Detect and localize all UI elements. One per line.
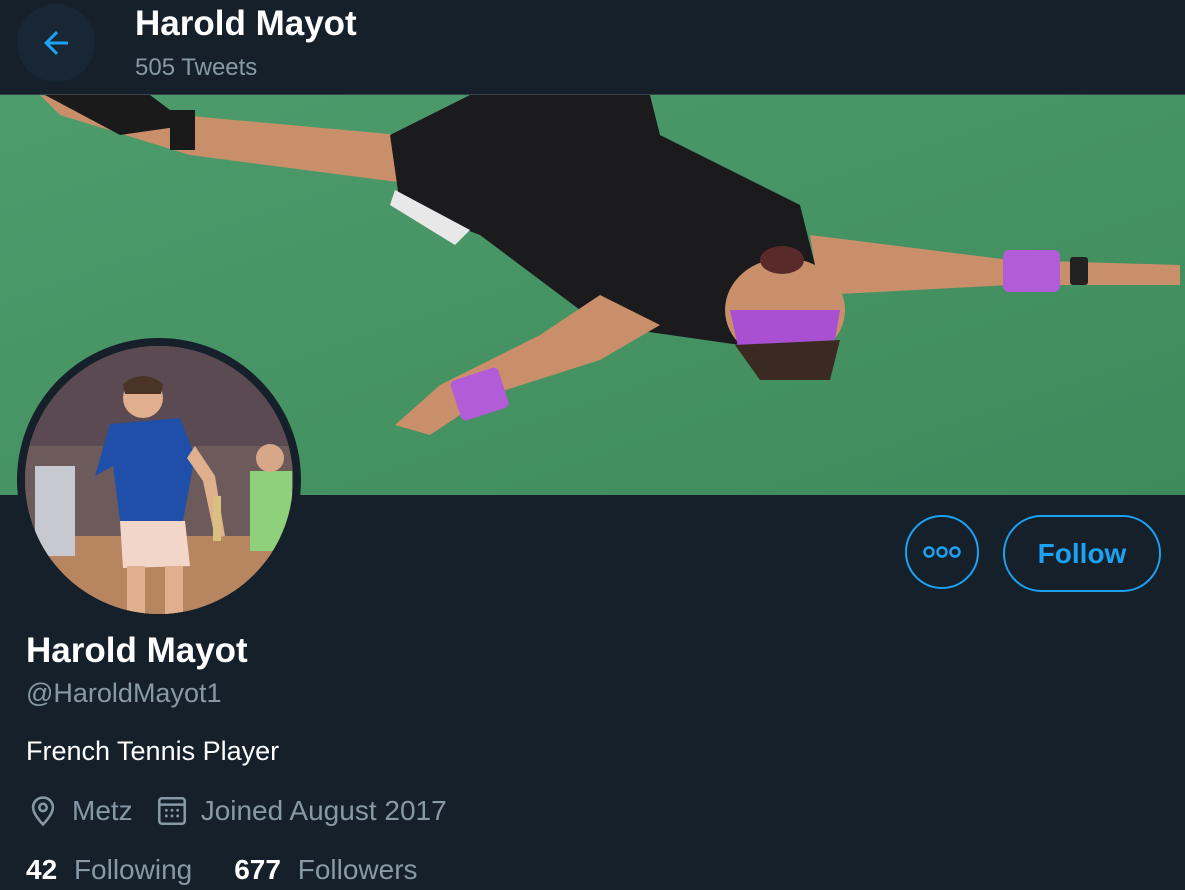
following-link[interactable]: 42 Following	[26, 854, 192, 886]
avatar-image	[25, 346, 293, 614]
follow-button[interactable]: Follow	[1003, 515, 1161, 592]
arrow-left-icon	[44, 31, 68, 55]
profile-joined-date: Joined August 2017	[200, 795, 447, 826]
following-count: 42	[26, 854, 58, 885]
back-button[interactable]	[17, 4, 95, 82]
profile-page: Harold Mayot 505 Tweets Follow Harold Ma…	[0, 0, 1185, 890]
tweet-count: 505 Tweets	[135, 54, 258, 81]
profile-name: Harold Mayot	[26, 631, 248, 670]
profile-stats: 42 Following 677 Followers	[26, 851, 418, 889]
followers-count: 677	[234, 854, 281, 885]
more-options-icon	[923, 546, 961, 558]
following-label: Following	[73, 854, 193, 885]
profile-header: Harold Mayot 505 Tweets	[0, 0, 1185, 95]
profile-location: Metz	[72, 795, 133, 826]
followers-label: Followers	[297, 854, 418, 885]
avatar[interactable]	[17, 338, 301, 622]
profile-bio: French Tennis Player	[26, 736, 280, 766]
calendar-icon	[155, 794, 189, 828]
followers-link[interactable]: 677 Followers	[234, 854, 417, 886]
profile-meta: Metz Joined August 2017	[26, 792, 447, 830]
header-title: Harold Mayot	[135, 4, 357, 43]
location-pin-icon	[26, 794, 60, 828]
more-options-button[interactable]	[905, 515, 979, 589]
profile-handle: @HaroldMayot1	[26, 678, 222, 708]
